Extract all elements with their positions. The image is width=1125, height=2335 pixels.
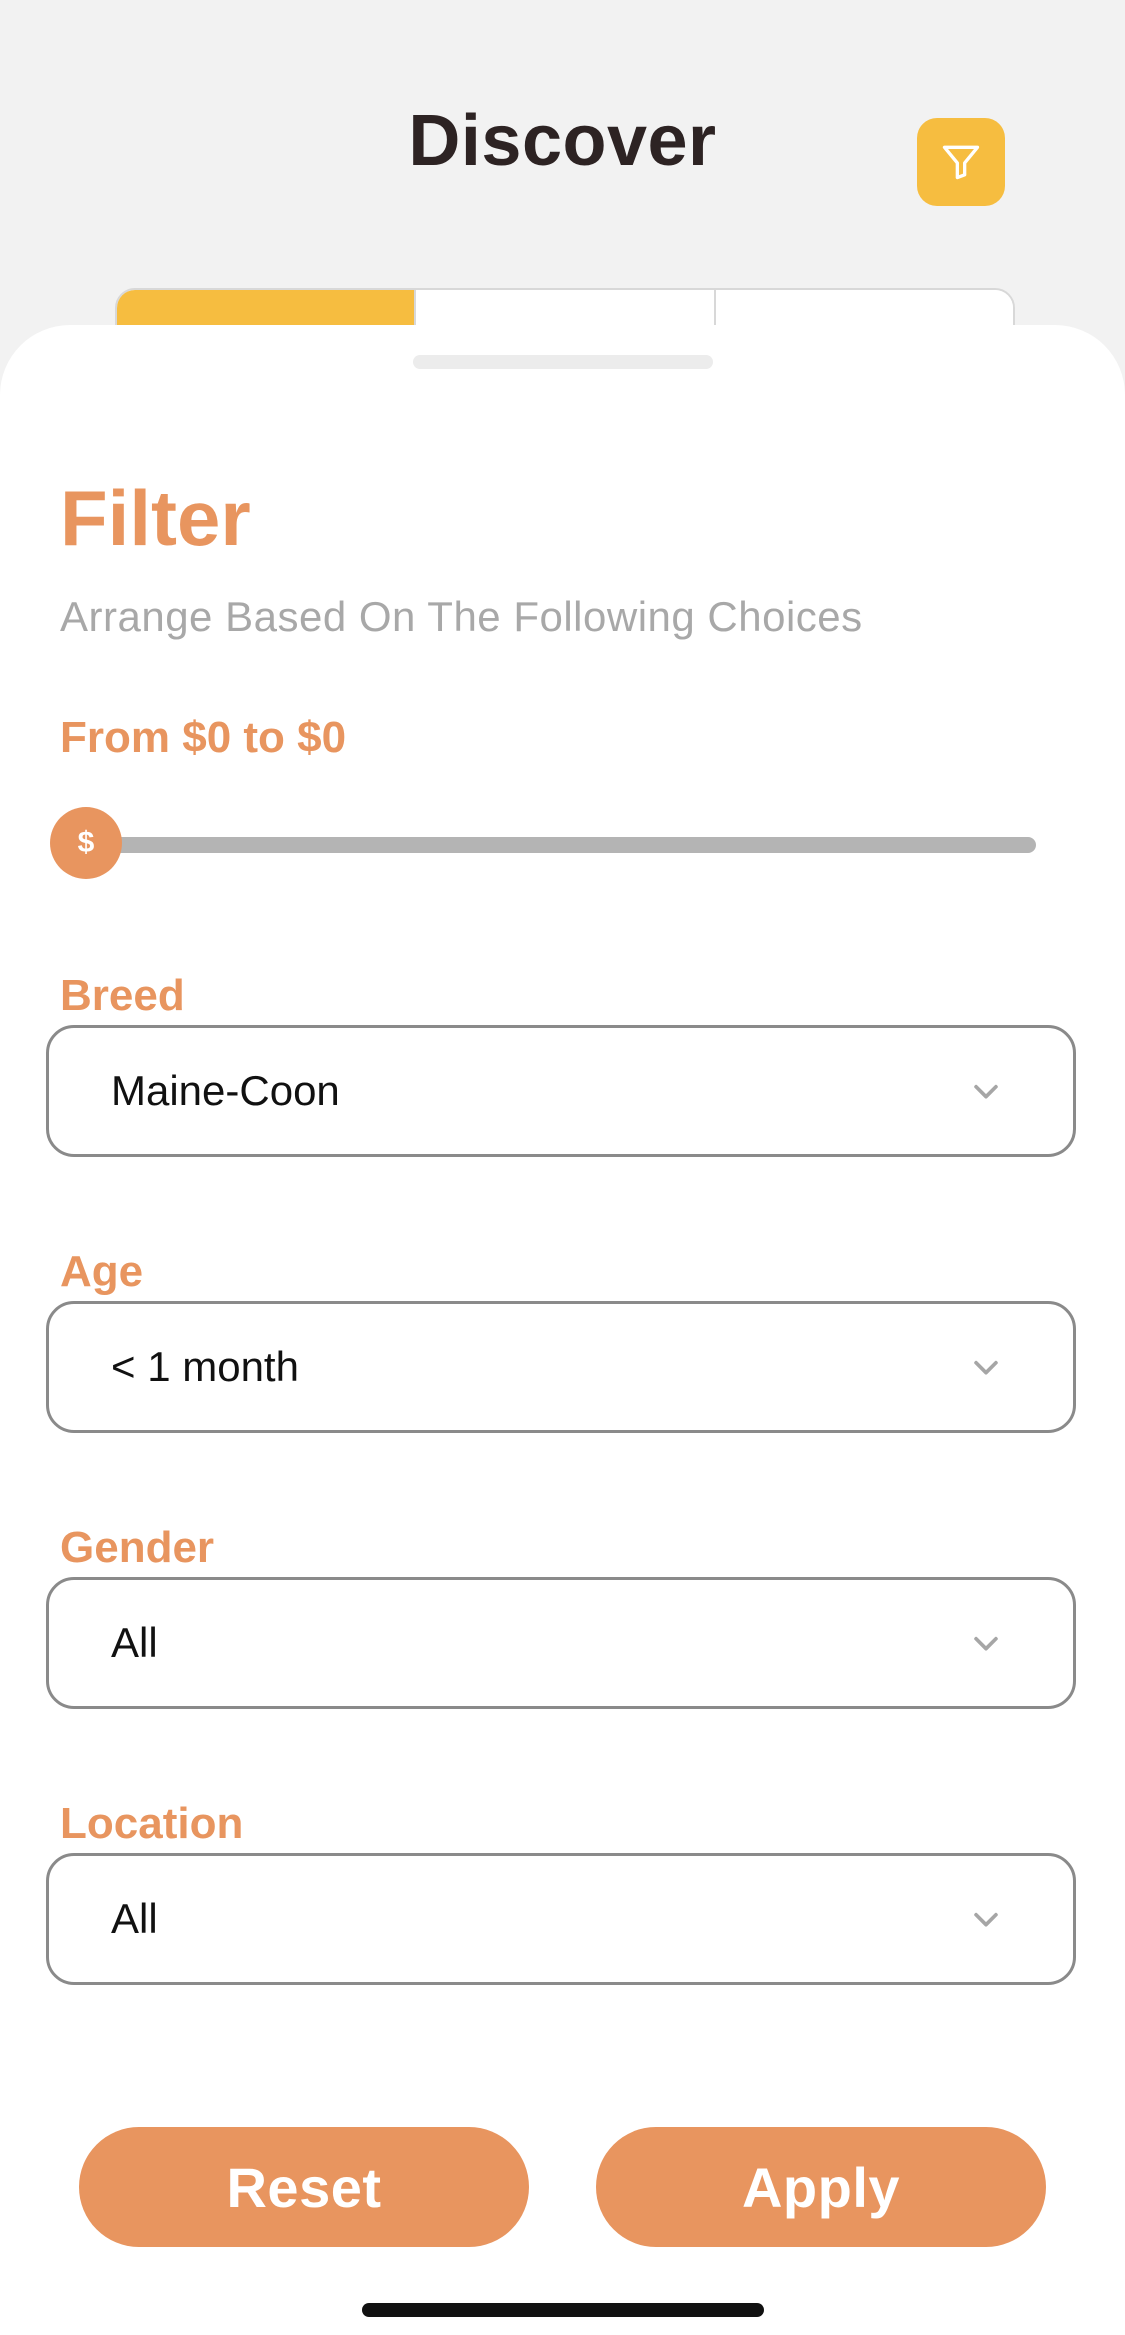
location-select-value: All	[111, 1895, 158, 1942]
filter-funnel-icon	[942, 145, 980, 180]
sheet-grabber[interactable]	[413, 355, 713, 369]
chevron-down-icon	[974, 1636, 998, 1651]
discover-screen: Discover Filter Arrange Based On The Fol…	[0, 0, 1125, 2335]
age-select[interactable]: < 1 month	[46, 1301, 1076, 1433]
gender-select[interactable]: All	[46, 1577, 1076, 1709]
chevron-down-icon	[974, 1360, 998, 1375]
location-label: Location	[60, 1799, 244, 1848]
price-slider-track[interactable]	[86, 837, 1036, 853]
gender-label: Gender	[60, 1523, 215, 1572]
apply-button[interactable]: Apply	[596, 2127, 1046, 2247]
filter-title: Filter	[60, 474, 251, 562]
age-label: Age	[60, 1247, 144, 1296]
price-range-label: From $0 to $0	[60, 713, 347, 762]
gender-select-value: All	[111, 1619, 158, 1666]
location-select[interactable]: All	[46, 1853, 1076, 1985]
age-select-value: < 1 month	[111, 1343, 299, 1390]
price-slider-thumb[interactable]: $	[50, 807, 122, 879]
filter-button[interactable]	[917, 118, 1005, 206]
chevron-down-icon	[974, 1084, 998, 1099]
breed-select[interactable]: Maine-Coon	[46, 1025, 1076, 1157]
breed-select-value: Maine-Coon	[111, 1067, 340, 1114]
reset-button[interactable]: Reset	[79, 2127, 529, 2247]
filter-subtitle: Arrange Based On The Following Choices	[60, 593, 863, 640]
chevron-down-icon	[974, 1912, 998, 1927]
home-indicator	[362, 2303, 764, 2317]
filter-sheet: Filter Arrange Based On The Following Ch…	[0, 325, 1125, 2335]
breed-label: Breed	[60, 971, 185, 1020]
